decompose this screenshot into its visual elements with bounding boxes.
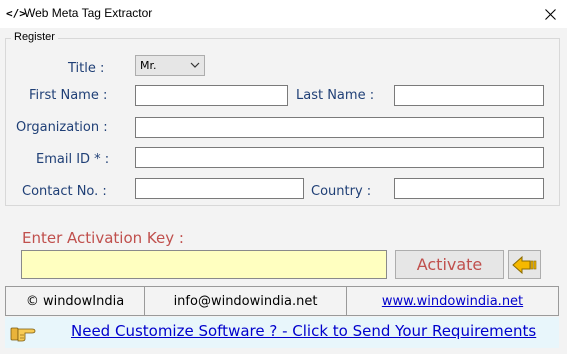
title-select-value: Mr. — [140, 59, 157, 72]
activate-button[interactable]: Activate — [395, 250, 504, 279]
organization-label: Organization : — [16, 120, 108, 135]
last-name-label: Last Name : — [296, 88, 375, 103]
organization-field[interactable] — [135, 117, 544, 138]
close-icon — [545, 8, 556, 20]
website-link[interactable]: www.windowindia.net — [382, 294, 523, 309]
title-label: Title : — [68, 61, 105, 76]
last-name-field[interactable] — [394, 85, 544, 106]
title-select[interactable]: Mr. — [135, 55, 205, 76]
contact-email-text: info@windowindia.net — [173, 293, 318, 309]
email-label: Email ID * : — [36, 152, 110, 167]
country-field[interactable] — [394, 178, 544, 199]
contact-label: Contact No. : — [22, 184, 107, 199]
left-arrow-icon — [511, 255, 536, 274]
window-title: Web Meta Tag Extractor — [24, 6, 153, 20]
footer-info-row: © windowIndia info@windowindia.net www.w… — [5, 286, 559, 316]
app-code-icon: </> — [6, 7, 26, 20]
first-name-label: First Name : — [29, 88, 108, 103]
country-label: Country : — [311, 184, 372, 199]
first-name-field[interactable] — [135, 85, 288, 106]
copyright-text: © windowIndia — [25, 293, 125, 309]
customize-software-link[interactable]: Need Customize Software ? - Click to Sen… — [71, 322, 536, 340]
close-button[interactable] — [534, 0, 567, 28]
activate-arrow-button[interactable] — [508, 250, 541, 279]
contact-field[interactable] — [135, 178, 304, 199]
activation-key-field[interactable] — [21, 250, 387, 279]
register-legend: Register — [11, 31, 58, 43]
chevron-down-icon — [190, 62, 200, 68]
pointing-hand-icon — [10, 327, 36, 342]
email-field[interactable] — [135, 147, 544, 168]
activation-key-label: Enter Activation Key : — [22, 229, 184, 247]
